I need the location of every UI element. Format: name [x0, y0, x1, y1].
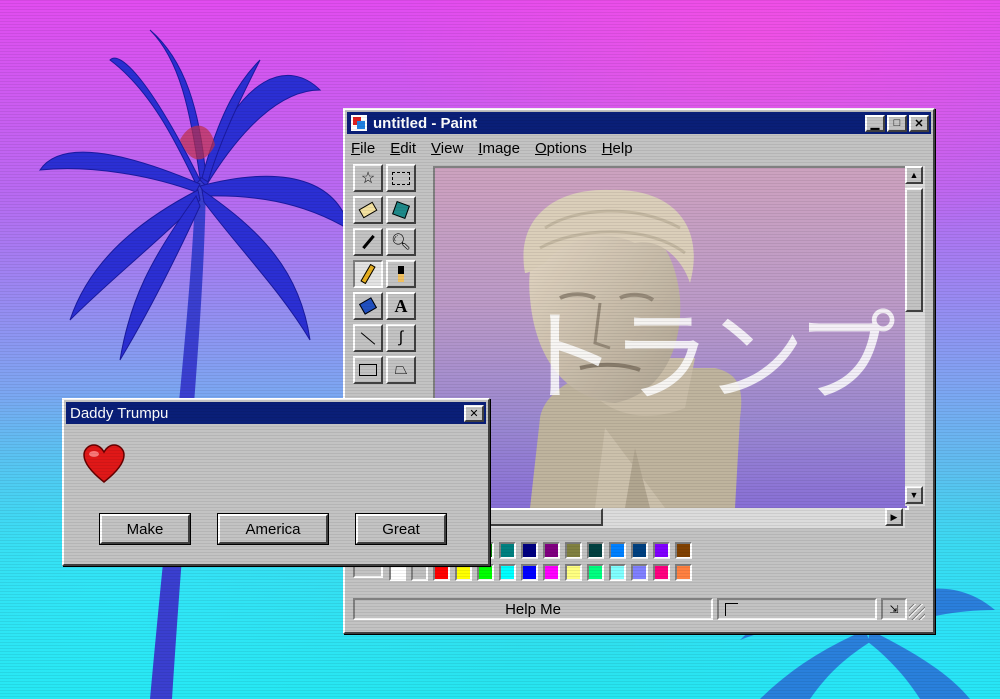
- palette-swatch[interactable]: [675, 542, 692, 559]
- drawing-canvas[interactable]: トランプ: [433, 166, 909, 510]
- status-bar: Help Me ⇲: [353, 596, 927, 624]
- selection-size-field: ⇲: [881, 598, 907, 620]
- close-icon[interactable]: ✕: [909, 114, 929, 132]
- vertical-scrollbar[interactable]: ▲ ▼: [905, 166, 925, 506]
- palette-swatch[interactable]: [587, 564, 604, 581]
- minimize-icon[interactable]: ▁: [865, 114, 885, 132]
- katakana-text: トランプ: [517, 299, 896, 416]
- palette-swatch[interactable]: [565, 542, 582, 559]
- airbrush-icon[interactable]: [353, 292, 383, 320]
- daddy-trumpu-dialog: Daddy Trumpu ✕ Make America Great: [62, 398, 490, 566]
- palette-swatch[interactable]: [609, 564, 626, 581]
- palette-swatch[interactable]: [521, 564, 538, 581]
- status-text: Help Me: [353, 598, 713, 620]
- selection-size-icon: ⇲: [889, 603, 899, 616]
- palette-swatch[interactable]: [521, 542, 538, 559]
- eraser-icon[interactable]: [353, 196, 383, 224]
- palette-swatch[interactable]: [543, 564, 560, 581]
- text-icon[interactable]: A: [386, 292, 416, 320]
- heart-icon: [83, 444, 125, 483]
- paint-app-icon: [351, 115, 367, 131]
- make-button[interactable]: Make: [99, 513, 191, 545]
- fill-icon[interactable]: [386, 196, 416, 224]
- dialog-title-bar[interactable]: Daddy Trumpu ✕: [66, 402, 486, 424]
- dialog-close-icon[interactable]: ✕: [464, 404, 484, 422]
- palm-tree-left: [38, 29, 351, 699]
- palette-swatch[interactable]: [631, 564, 648, 581]
- palette-swatch[interactable]: [477, 564, 494, 581]
- maximize-icon[interactable]: □: [887, 114, 907, 132]
- scroll-up-icon[interactable]: ▲: [905, 166, 923, 184]
- palette-swatch[interactable]: [565, 564, 582, 581]
- palette-swatch[interactable]: [411, 564, 428, 581]
- america-button[interactable]: America: [217, 513, 329, 545]
- scroll-down-icon[interactable]: ▼: [905, 486, 923, 504]
- palette-swatch[interactable]: [675, 564, 692, 581]
- menu-edit[interactable]: Edit: [390, 140, 416, 157]
- paint-title: untitled - Paint: [373, 114, 478, 132]
- menu-image[interactable]: Image: [478, 140, 520, 157]
- palette-swatch[interactable]: [389, 564, 406, 581]
- rectangle-icon[interactable]: [353, 356, 383, 384]
- line-icon[interactable]: [353, 324, 383, 352]
- palette-swatch[interactable]: [455, 564, 472, 581]
- magnifier-icon[interactable]: 🔍︎: [386, 228, 416, 256]
- menu-file[interactable]: File: [351, 140, 375, 157]
- palette-swatch[interactable]: [499, 542, 516, 559]
- resize-grip-icon[interactable]: [909, 604, 925, 620]
- eyedropper-icon[interactable]: [353, 228, 383, 256]
- palette-swatch[interactable]: [653, 564, 670, 581]
- vertical-scroll-thumb[interactable]: [905, 188, 923, 312]
- menu-help[interactable]: Help: [602, 140, 633, 157]
- cursor-position-icon: [725, 602, 738, 616]
- cursor-position-field: [717, 598, 877, 620]
- menu-bar: File Edit View Image Options Help: [351, 137, 927, 159]
- horizontal-scrollbar[interactable]: ▶: [433, 508, 905, 528]
- paint-title-bar[interactable]: untitled - Paint ▁ □ ✕: [347, 112, 931, 134]
- palette-swatch[interactable]: [653, 542, 670, 559]
- brush-icon[interactable]: [386, 260, 416, 288]
- palette-swatch[interactable]: [433, 564, 450, 581]
- great-button[interactable]: Great: [355, 513, 447, 545]
- palette-swatch[interactable]: [499, 564, 516, 581]
- rect-select-icon[interactable]: [386, 164, 416, 192]
- menu-view[interactable]: View: [431, 140, 463, 157]
- dialog-title: Daddy Trumpu: [70, 404, 169, 422]
- palette-swatch[interactable]: [609, 542, 626, 559]
- palette-swatch[interactable]: [543, 542, 560, 559]
- palette-swatch[interactable]: [587, 542, 604, 559]
- menu-options[interactable]: Options: [535, 140, 587, 157]
- polygon-icon[interactable]: ⏢: [386, 356, 416, 384]
- palette-swatch[interactable]: [631, 542, 648, 559]
- scroll-right-icon[interactable]: ▶: [885, 508, 903, 526]
- curve-icon[interactable]: ∫: [386, 324, 416, 352]
- pencil-icon[interactable]: [353, 260, 383, 288]
- free-select-icon[interactable]: ☆: [353, 164, 383, 192]
